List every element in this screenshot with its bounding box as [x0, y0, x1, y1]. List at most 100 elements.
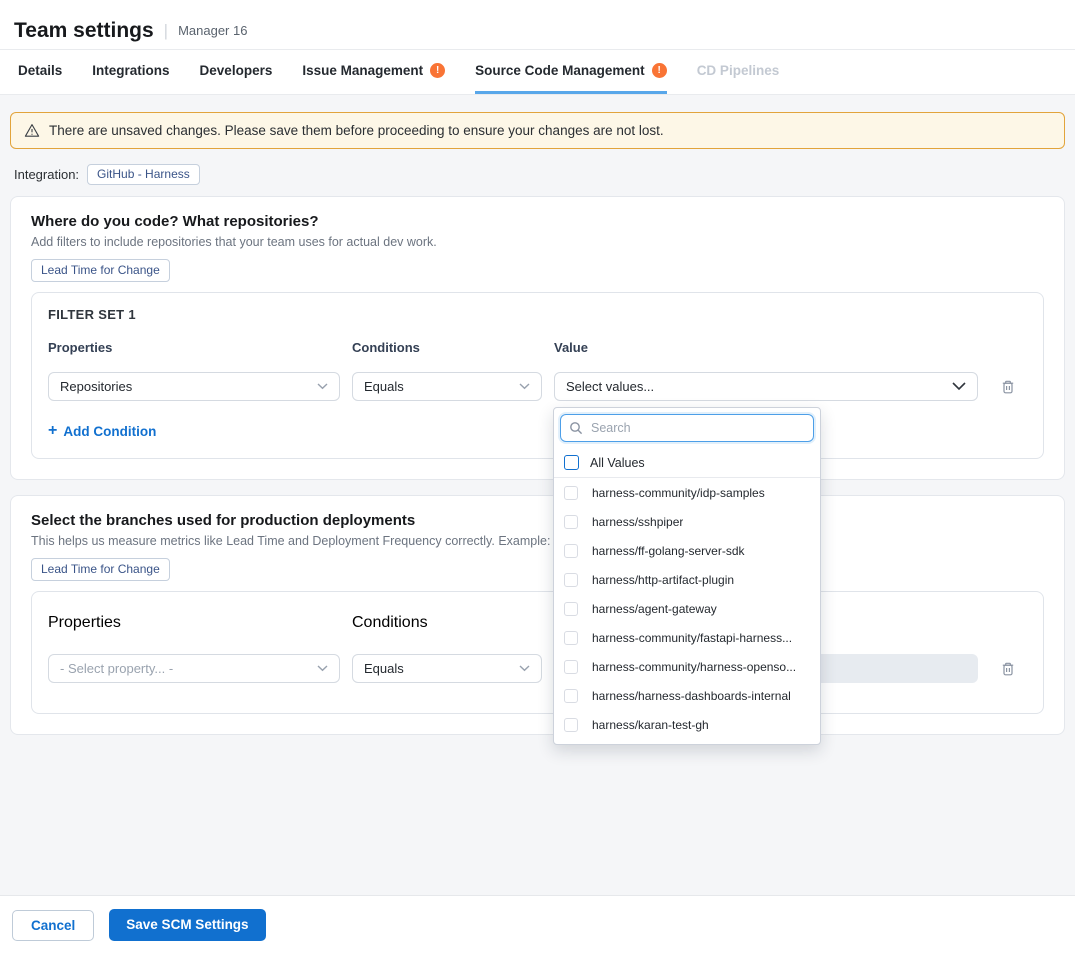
search-icon	[569, 421, 583, 435]
repo-option-label: harness/http-artifact-plugin	[592, 573, 734, 587]
repositories-card-subtitle: Add filters to include repositories that…	[31, 235, 1044, 249]
filter-set-1: FILTER SET 1 Properties Conditions Value…	[31, 292, 1044, 459]
conditions-column-label: Conditions	[352, 614, 542, 632]
branches-card: Select the branches used for production …	[10, 495, 1065, 735]
tab-label: Issue Management	[302, 63, 423, 78]
dropdown-options-list: harness-community/idp-samples harness/ss…	[554, 478, 820, 745]
repo-option[interactable]: harness/http-artifact-plugin	[554, 565, 820, 594]
condition-select[interactable]: Equals	[352, 372, 542, 401]
checkbox-icon[interactable]	[564, 718, 578, 732]
chevron-down-icon	[317, 665, 328, 672]
chevron-down-icon	[952, 382, 966, 391]
condition-select[interactable]: Equals	[352, 654, 542, 683]
repo-option[interactable]: harness/sshpiper	[554, 507, 820, 536]
filter-column-labels: Properties Conditions	[48, 614, 1027, 632]
value-multiselect[interactable]: Select values...	[554, 372, 978, 401]
page-header: Team settings | Manager 16	[0, 0, 1075, 50]
filter-column-labels: Properties Conditions Value	[48, 340, 1027, 355]
value-dropdown-panel: All Values harness-community/idp-samples…	[553, 407, 821, 745]
tab-developers[interactable]: Developers	[200, 50, 273, 94]
add-condition-button[interactable]: + Add Condition	[48, 423, 156, 439]
repo-option-label: harness-community/fastapi-harness...	[592, 631, 792, 645]
repo-option-label: harness/harness-dashboards-internal	[592, 689, 791, 703]
delete-filter-button[interactable]	[998, 377, 1018, 397]
cancel-button[interactable]: Cancel	[12, 910, 94, 941]
checkbox-icon[interactable]	[564, 689, 578, 703]
chevron-down-icon	[519, 665, 530, 672]
integration-chip[interactable]: GitHub - Harness	[87, 164, 200, 185]
property-select[interactable]: Repositories	[48, 372, 340, 401]
alert-badge-icon: !	[652, 63, 667, 78]
all-values-option[interactable]: All Values	[554, 448, 820, 478]
dropdown-search[interactable]	[560, 414, 814, 442]
conditions-column-label: Conditions	[352, 340, 542, 355]
branches-card-title: Select the branches used for production …	[31, 512, 1044, 529]
title-separator: |	[164, 21, 168, 41]
checkbox-icon[interactable]	[564, 515, 578, 529]
chevron-down-icon	[519, 383, 530, 390]
warning-triangle-icon	[24, 123, 40, 138]
properties-column-label: Properties	[48, 340, 340, 355]
tab-source-code-management[interactable]: Source Code Management !	[475, 50, 667, 94]
properties-column-label: Properties	[48, 614, 340, 632]
save-scm-settings-button[interactable]: Save SCM Settings	[109, 909, 265, 941]
all-values-label: All Values	[590, 456, 645, 470]
property-select-placeholder: - Select property... -	[60, 661, 173, 676]
main-content: There are unsaved changes. Please save t…	[0, 95, 1075, 895]
lead-time-tag: Lead Time for Change	[31, 558, 170, 581]
value-select-placeholder: Select values...	[566, 379, 654, 394]
repo-option-partial[interactable]: harness/integration-test-widgets	[554, 739, 820, 745]
tab-details[interactable]: Details	[18, 50, 62, 94]
condition-select-value: Equals	[364, 379, 404, 394]
search-input[interactable]	[589, 420, 805, 436]
filter-set-title: FILTER SET 1	[48, 307, 1027, 322]
repo-option-label: harness-community/harness-openso...	[592, 660, 796, 674]
checkbox-icon[interactable]	[564, 486, 578, 500]
lead-time-tag: Lead Time for Change	[31, 259, 170, 282]
repo-option[interactable]: harness/agent-gateway	[554, 594, 820, 623]
add-condition-label: Add Condition	[63, 424, 156, 439]
team-name-label: Manager 16	[178, 23, 247, 38]
tab-integrations[interactable]: Integrations	[92, 50, 169, 94]
repo-option-label: harness/agent-gateway	[592, 602, 717, 616]
page-title: Team settings	[14, 19, 154, 43]
tab-label: Details	[18, 63, 62, 78]
integration-row: Integration: GitHub - Harness	[10, 164, 1065, 185]
tab-label: Source Code Management	[475, 63, 645, 78]
repo-option-label: harness/sshpiper	[592, 515, 683, 529]
property-select[interactable]: - Select property... -	[48, 654, 340, 683]
alert-badge-icon: !	[430, 63, 445, 78]
repositories-card: Where do you code? What repositories? Ad…	[10, 196, 1065, 480]
checkbox-icon[interactable]	[564, 602, 578, 616]
value-column-label: Value	[554, 340, 978, 355]
checkbox-icon[interactable]	[564, 573, 578, 587]
branches-card-subtitle: This helps us measure metrics like Lead …	[31, 534, 1044, 548]
repo-option[interactable]: harness/karan-test-gh	[554, 710, 820, 739]
tab-issue-management[interactable]: Issue Management !	[302, 50, 445, 94]
repo-option[interactable]: harness-community/harness-openso...	[554, 652, 820, 681]
unsaved-changes-banner: There are unsaved changes. Please save t…	[10, 112, 1065, 149]
tab-label: Integrations	[92, 63, 169, 78]
repo-option-label: harness/ff-golang-server-sdk	[592, 544, 745, 558]
branches-filter-set: Properties Conditions - Select property.…	[31, 591, 1044, 714]
repo-option-label: harness/karan-test-gh	[592, 718, 709, 732]
delete-filter-button[interactable]	[998, 659, 1018, 679]
filter-row: Repositories Equals Select values...	[48, 372, 1027, 401]
filter-row: - Select property... - Equals	[48, 654, 1027, 683]
repo-option[interactable]: harness/ff-golang-server-sdk	[554, 536, 820, 565]
checkbox-icon[interactable]	[564, 631, 578, 645]
tab-label: CD Pipelines	[697, 63, 780, 78]
property-select-value: Repositories	[60, 379, 132, 394]
repo-option-label: harness-community/idp-samples	[592, 486, 765, 500]
checkbox-icon[interactable]	[564, 660, 578, 674]
footer-action-bar: Cancel Save SCM Settings	[0, 895, 1075, 954]
repositories-card-title: Where do you code? What repositories?	[31, 213, 1044, 230]
repo-option[interactable]: harness-community/idp-samples	[554, 478, 820, 507]
checkbox-icon[interactable]	[564, 455, 579, 470]
repo-option[interactable]: harness-community/fastapi-harness...	[554, 623, 820, 652]
checkbox-icon[interactable]	[564, 544, 578, 558]
condition-select-value: Equals	[364, 661, 404, 676]
tab-label: Developers	[200, 63, 273, 78]
plus-icon: +	[48, 423, 57, 439]
repo-option[interactable]: harness/harness-dashboards-internal	[554, 681, 820, 710]
